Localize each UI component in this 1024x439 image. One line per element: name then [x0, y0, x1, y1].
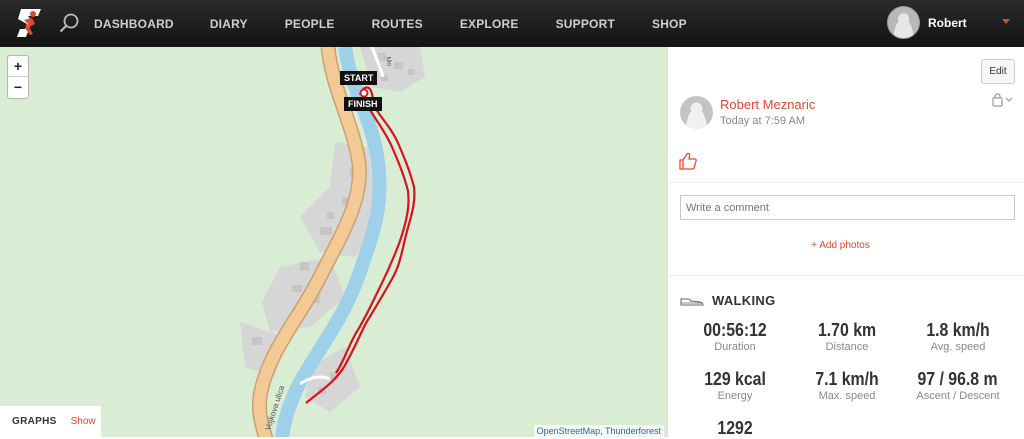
author-avatar[interactable]	[680, 96, 713, 129]
stat-value: 00:56:12	[703, 320, 767, 340]
nav-item-people[interactable]: PEOPLE	[285, 17, 335, 31]
like-thumb-icon[interactable]	[678, 151, 698, 171]
finish-marker-label: FINISH	[344, 97, 382, 111]
map-canvas: Vojkova ulica Mo	[240, 47, 425, 437]
nav-item-explore[interactable]: EXPLORE	[460, 17, 519, 31]
stat-label: Max. speed	[818, 390, 876, 402]
edit-button[interactable]: Edit	[981, 59, 1015, 84]
zoom-in-button[interactable]: +	[8, 56, 28, 77]
nav-item-support[interactable]: SUPPORT	[556, 17, 615, 31]
activity-type-row: WALKING	[680, 293, 775, 308]
thunderforest-attribution-link[interactable]: Thunderforest	[605, 426, 661, 436]
comment-input[interactable]	[680, 195, 1015, 220]
main-nav: DASHBOARD DIARY PEOPLE ROUTES EXPLORE SU…	[94, 0, 724, 47]
nav-item-dashboard[interactable]: DASHBOARD	[94, 17, 174, 31]
start-marker-label: START	[340, 71, 378, 85]
top-navigation-bar: DASHBOARD DIARY PEOPLE ROUTES EXPLORE SU…	[0, 0, 1024, 47]
stat-ascent-descent: 97 / 96.8 m Ascent / Descent	[898, 369, 1018, 402]
osm-attribution-link[interactable]: OpenStreetMap	[537, 426, 601, 436]
stat-label: Distance	[825, 341, 869, 353]
stat-avg-speed: 1.8 km/h Avg. speed	[898, 320, 1018, 353]
nav-item-diary[interactable]: DIARY	[210, 17, 248, 31]
user-menu-caret-icon[interactable]	[1002, 19, 1010, 24]
stat-value: 129 kcal	[704, 369, 766, 389]
stat-duration: 00:56:12 Duration	[675, 320, 795, 353]
shoe-icon	[680, 297, 704, 306]
stat-value: 1292	[717, 418, 753, 438]
stat-value: 97 / 96.8 m	[917, 369, 999, 389]
divider	[668, 182, 1024, 183]
zoom-out-button[interactable]: −	[8, 77, 28, 98]
stat-value: 1.8 km/h	[926, 320, 990, 340]
privacy-lock-icon[interactable]	[991, 93, 1013, 107]
route-map[interactable]: Vojkova ulica Mo + − START FINISH OpenSt…	[0, 47, 667, 437]
stat-label: Ascent / Descent	[916, 390, 1000, 402]
activity-timestamp: Today at 7:59 AM	[720, 115, 805, 127]
user-name[interactable]: Robert	[928, 16, 967, 30]
route-start-marker	[359, 88, 369, 98]
zoom-control: + −	[7, 55, 29, 99]
search-icon[interactable]	[58, 12, 80, 34]
stat-energy: 129 kcal Energy	[675, 369, 795, 402]
author-name[interactable]: Robert Meznaric	[720, 97, 815, 112]
stat-distance: 1.70 km Distance	[787, 320, 907, 353]
nav-item-shop[interactable]: SHOP	[652, 17, 687, 31]
nav-item-routes[interactable]: ROUTES	[372, 17, 423, 31]
activity-panel: Edit Robert Meznaric Today at 7:59 AM + …	[667, 47, 1024, 439]
stat-label: Avg. speed	[930, 341, 986, 353]
map-attribution: OpenStreetMap, Thunderforest	[533, 425, 664, 437]
divider	[668, 275, 1024, 276]
graphs-title: GRAPHS	[12, 416, 57, 427]
stat-label: Energy	[717, 390, 753, 402]
activity-type: WALKING	[712, 293, 776, 308]
add-photos-link[interactable]: + Add photos	[668, 240, 1013, 251]
stat-max-speed: 7.1 km/h Max. speed	[787, 369, 907, 402]
stat-value: 1.70 km	[817, 320, 877, 340]
graphs-show-link[interactable]: Show	[71, 416, 96, 427]
stat-steps: 1292	[675, 418, 795, 439]
stat-value: 7.1 km/h	[815, 369, 879, 389]
app-logo-icon[interactable]	[14, 7, 44, 39]
user-avatar[interactable]	[887, 6, 920, 39]
graphs-panel: GRAPHS Show	[0, 406, 101, 437]
stat-label: Duration	[714, 341, 756, 353]
